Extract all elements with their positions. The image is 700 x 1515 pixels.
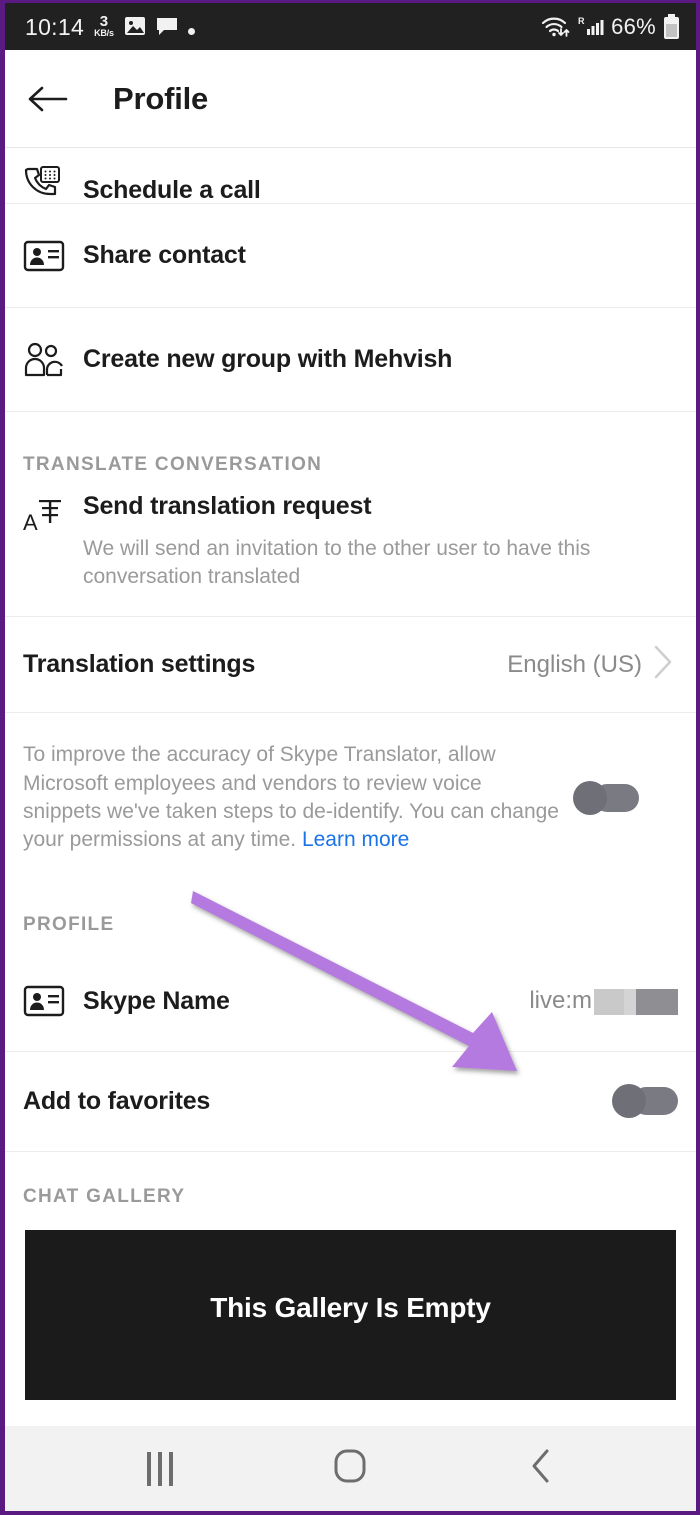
translator-consent-block: To improve the accuracy of Skype Transla… — [5, 713, 696, 884]
dot-indicator — [187, 28, 195, 35]
nav-recents-button[interactable] — [115, 1439, 205, 1499]
status-bar-left: 10:14 3 KB/s — [25, 14, 541, 39]
section-heading-profile: PROFILE — [23, 913, 115, 935]
svg-text:A: A — [23, 510, 38, 535]
translation-request-body: Send translation request We will send an… — [83, 492, 678, 590]
translation-settings-value: English (US) — [507, 650, 642, 678]
translation-request-title: Send translation request — [83, 492, 372, 520]
redaction-block — [594, 989, 678, 1016]
status-bar: 10:14 3 KB/s R 66% — [5, 3, 696, 50]
skype-name-value-text: live:m — [529, 987, 592, 1015]
svg-text:R: R — [578, 16, 585, 26]
section-heading-chat-gallery: CHAT GALLERY — [23, 1185, 186, 1207]
row-label: Create new group with Mehvish — [83, 345, 453, 373]
chat-bubble-icon — [156, 16, 178, 36]
network-speed-value: 3 — [99, 13, 109, 30]
phone-screen: 10:14 3 KB/s R 66% Profile Schedule a ca… — [0, 0, 700, 1515]
battery-icon — [663, 13, 680, 40]
translation-settings-label: Translation settings — [23, 650, 256, 679]
row-schedule-a-call[interactable]: Schedule a call — [5, 148, 696, 204]
nav-back-icon — [528, 1448, 554, 1489]
status-time: 10:14 — [25, 14, 85, 40]
contact-card-icon — [23, 239, 69, 273]
translate-icon: A — [23, 492, 69, 590]
consent-text-body: To improve the accuracy of Skype Transla… — [23, 743, 559, 851]
contact-card-icon — [23, 984, 69, 1018]
row-share-contact[interactable]: Share contact — [5, 204, 696, 308]
nav-home-button[interactable] — [305, 1439, 395, 1499]
profile-content: Schedule a call Share contact Create new… — [5, 148, 696, 1400]
voice-review-toggle[interactable] — [573, 780, 639, 815]
network-speed-indicator: 3 KB/s — [94, 14, 114, 38]
people-group-icon — [23, 342, 69, 378]
learn-more-link[interactable]: Learn more — [302, 828, 409, 851]
skype-name-value: live:m — [529, 987, 678, 1016]
status-bar-right: R 66% — [541, 13, 680, 40]
home-icon — [333, 1448, 367, 1489]
row-add-to-favorites[interactable]: Add to favorites — [5, 1051, 696, 1152]
cellular-signal-roaming-icon: R — [578, 15, 604, 39]
translation-request-subtitle: We will send an invitation to the other … — [83, 537, 591, 588]
wifi-updown-icon — [541, 15, 571, 39]
gallery-empty-title: This Gallery Is Empty — [210, 1291, 491, 1323]
row-label: Share contact — [83, 241, 246, 269]
add-to-favorites-label: Add to favorites — [23, 1086, 211, 1115]
image-icon — [124, 16, 146, 36]
page-title: Profile — [113, 80, 209, 116]
section-heading-translate: TRANSLATE CONVERSATION — [23, 454, 323, 475]
toggle-knob — [573, 780, 607, 815]
add-to-favorites-toggle[interactable] — [612, 1084, 678, 1119]
row-send-translation-request[interactable]: A Send translation request We will send … — [5, 492, 696, 618]
app-bar: Profile — [5, 50, 696, 148]
back-arrow-icon[interactable] — [27, 84, 71, 114]
system-nav-bar — [5, 1426, 696, 1511]
chat-gallery-empty-state[interactable]: This Gallery Is Empty — [25, 1229, 676, 1400]
recents-icon — [147, 1451, 174, 1486]
network-speed-unit: KB/s — [94, 28, 114, 38]
row-skype-name[interactable]: Skype Name live:m — [5, 951, 696, 1052]
nav-back-button[interactable] — [496, 1439, 586, 1499]
skype-name-label: Skype Name — [83, 986, 230, 1015]
chevron-right-icon — [652, 644, 678, 685]
consent-text: To improve the accuracy of Skype Transla… — [23, 741, 563, 854]
phone-schedule-icon — [23, 165, 69, 199]
battery-percent: 66% — [611, 13, 656, 39]
row-create-new-group[interactable]: Create new group with Mehvish — [5, 308, 696, 412]
chat-gallery-wrap: This Gallery Is Empty — [5, 1229, 696, 1400]
row-label: Schedule a call — [83, 176, 261, 204]
row-translation-settings[interactable]: Translation settings English (US) — [5, 617, 696, 714]
